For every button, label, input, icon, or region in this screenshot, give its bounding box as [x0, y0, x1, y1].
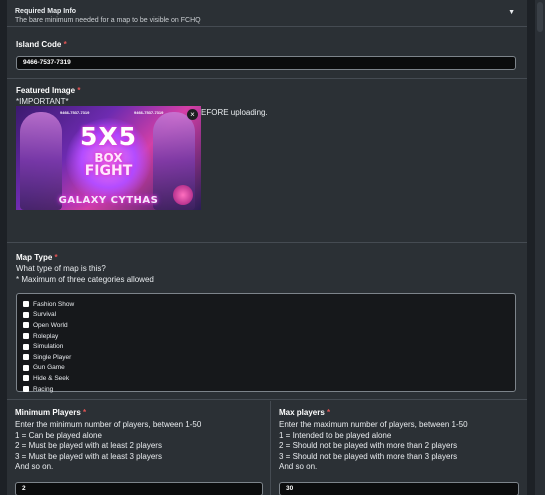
- required-marker: *: [327, 408, 331, 417]
- phoenix-logo-icon: [173, 185, 193, 205]
- island-code-section: Island Code * 9466-7537-7319: [7, 27, 527, 79]
- checkbox[interactable]: [23, 354, 29, 361]
- checkbox-option[interactable]: Simulation: [17, 341, 515, 352]
- checkbox-label: Fashion Show: [33, 300, 75, 308]
- checkbox[interactable]: [23, 301, 29, 308]
- max-players-section: Max players * Enter the maximum number o…: [271, 401, 527, 495]
- checkbox-option[interactable]: Survival: [17, 310, 515, 321]
- checkbox[interactable]: [23, 311, 29, 318]
- checkbox-label: Racing: [33, 385, 54, 393]
- checkbox[interactable]: [23, 364, 29, 371]
- checkbox-label: Single Player: [33, 353, 72, 361]
- checkbox-option[interactable]: Open World: [17, 320, 515, 331]
- min-players-note: 2 = Must be played with at least 2 playe…: [15, 441, 162, 450]
- checkbox-option[interactable]: Racing: [17, 384, 515, 395]
- featured-image-preview: 9466-7537-7319 9466-7537-7319 5X5 BOX FI…: [16, 106, 201, 210]
- max-players-note: 1 = Intended to be played alone: [279, 430, 392, 440]
- min-players-note: Enter the minimum number of players, bet…: [15, 420, 202, 429]
- image-title: 5X5: [79, 122, 138, 151]
- checkbox[interactable]: [23, 322, 29, 329]
- map-info-panel: Required Map Info The bare minimum neede…: [7, 0, 527, 495]
- checkbox[interactable]: [23, 375, 29, 382]
- page-scrollbar[interactable]: [535, 0, 545, 495]
- checkbox-label: Simulation: [33, 343, 64, 351]
- min-players-note: 1 = Can be played alone: [15, 430, 102, 440]
- island-code-label: Island Code *: [16, 40, 67, 49]
- checkbox[interactable]: [23, 386, 29, 393]
- max-players-input[interactable]: 30: [279, 481, 519, 495]
- max-players-label: Max players *: [279, 408, 331, 417]
- map-type-label: Map Type *: [16, 253, 58, 262]
- checkbox-label: Gun Game: [33, 364, 65, 372]
- image-subtitle-fight: FIGHT: [84, 163, 133, 179]
- map-type-note: What type of map is this?: [16, 264, 106, 273]
- map-type-checkbox-list: Fashion Show Survival Open World Rolepla…: [16, 293, 516, 395]
- section-title: Required Map Info: [15, 8, 77, 15]
- max-players-note: 2 = Should not be played with more than …: [279, 441, 458, 450]
- min-players-section: Minimum Players * Enter the minimum numb…: [7, 401, 271, 495]
- max-players-note: Enter the maximum number of players, bet…: [279, 420, 468, 429]
- required-marker: *: [63, 40, 67, 49]
- checkbox-option[interactable]: Roleplay: [17, 331, 515, 342]
- checkbox-label: Hide & Seek: [33, 374, 70, 382]
- checkbox-option[interactable]: Single Player: [17, 352, 515, 363]
- checkbox[interactable]: [23, 333, 29, 340]
- featured-image-label: Featured Image *: [16, 86, 81, 95]
- image-code-left: 9466-7537-7319: [60, 110, 90, 115]
- map-type-note: * Maximum of three categories allowed: [16, 274, 154, 284]
- close-icon[interactable]: ×: [187, 109, 198, 120]
- required-marker: *: [83, 408, 87, 417]
- checkbox-option[interactable]: Fashion Show: [17, 299, 515, 310]
- min-players-note: And so on.: [15, 462, 54, 471]
- chevron-down-icon[interactable]: ▼: [508, 9, 515, 16]
- checkbox-option[interactable]: Hide & Seek: [17, 373, 515, 384]
- island-code-input[interactable]: 9466-7537-7319: [16, 56, 516, 70]
- max-players-note: 3 = Should not be played with more than …: [279, 451, 458, 461]
- checkbox[interactable]: [23, 343, 29, 350]
- checkbox-label: Open World: [33, 321, 68, 329]
- checkbox-label: Roleplay: [33, 332, 59, 340]
- section-subtitle: The bare minimum needed for a map to be …: [15, 17, 201, 24]
- min-players-note: 3 = Must be played with at least 3 playe…: [15, 451, 162, 461]
- required-marker: *: [77, 86, 81, 95]
- checkbox-label: Survival: [33, 311, 57, 319]
- image-code-right: 9466-7537-7319: [134, 110, 164, 115]
- max-players-note: And so on.: [279, 462, 318, 471]
- required-marker: *: [54, 253, 58, 262]
- min-players-label: Minimum Players *: [15, 408, 87, 417]
- min-players-input[interactable]: 2: [15, 481, 263, 495]
- checkbox-option[interactable]: Gun Game: [17, 363, 515, 374]
- scrollbar-thumb[interactable]: [537, 2, 543, 32]
- accordion-header[interactable]: Required Map Info The bare minimum neede…: [7, 0, 527, 27]
